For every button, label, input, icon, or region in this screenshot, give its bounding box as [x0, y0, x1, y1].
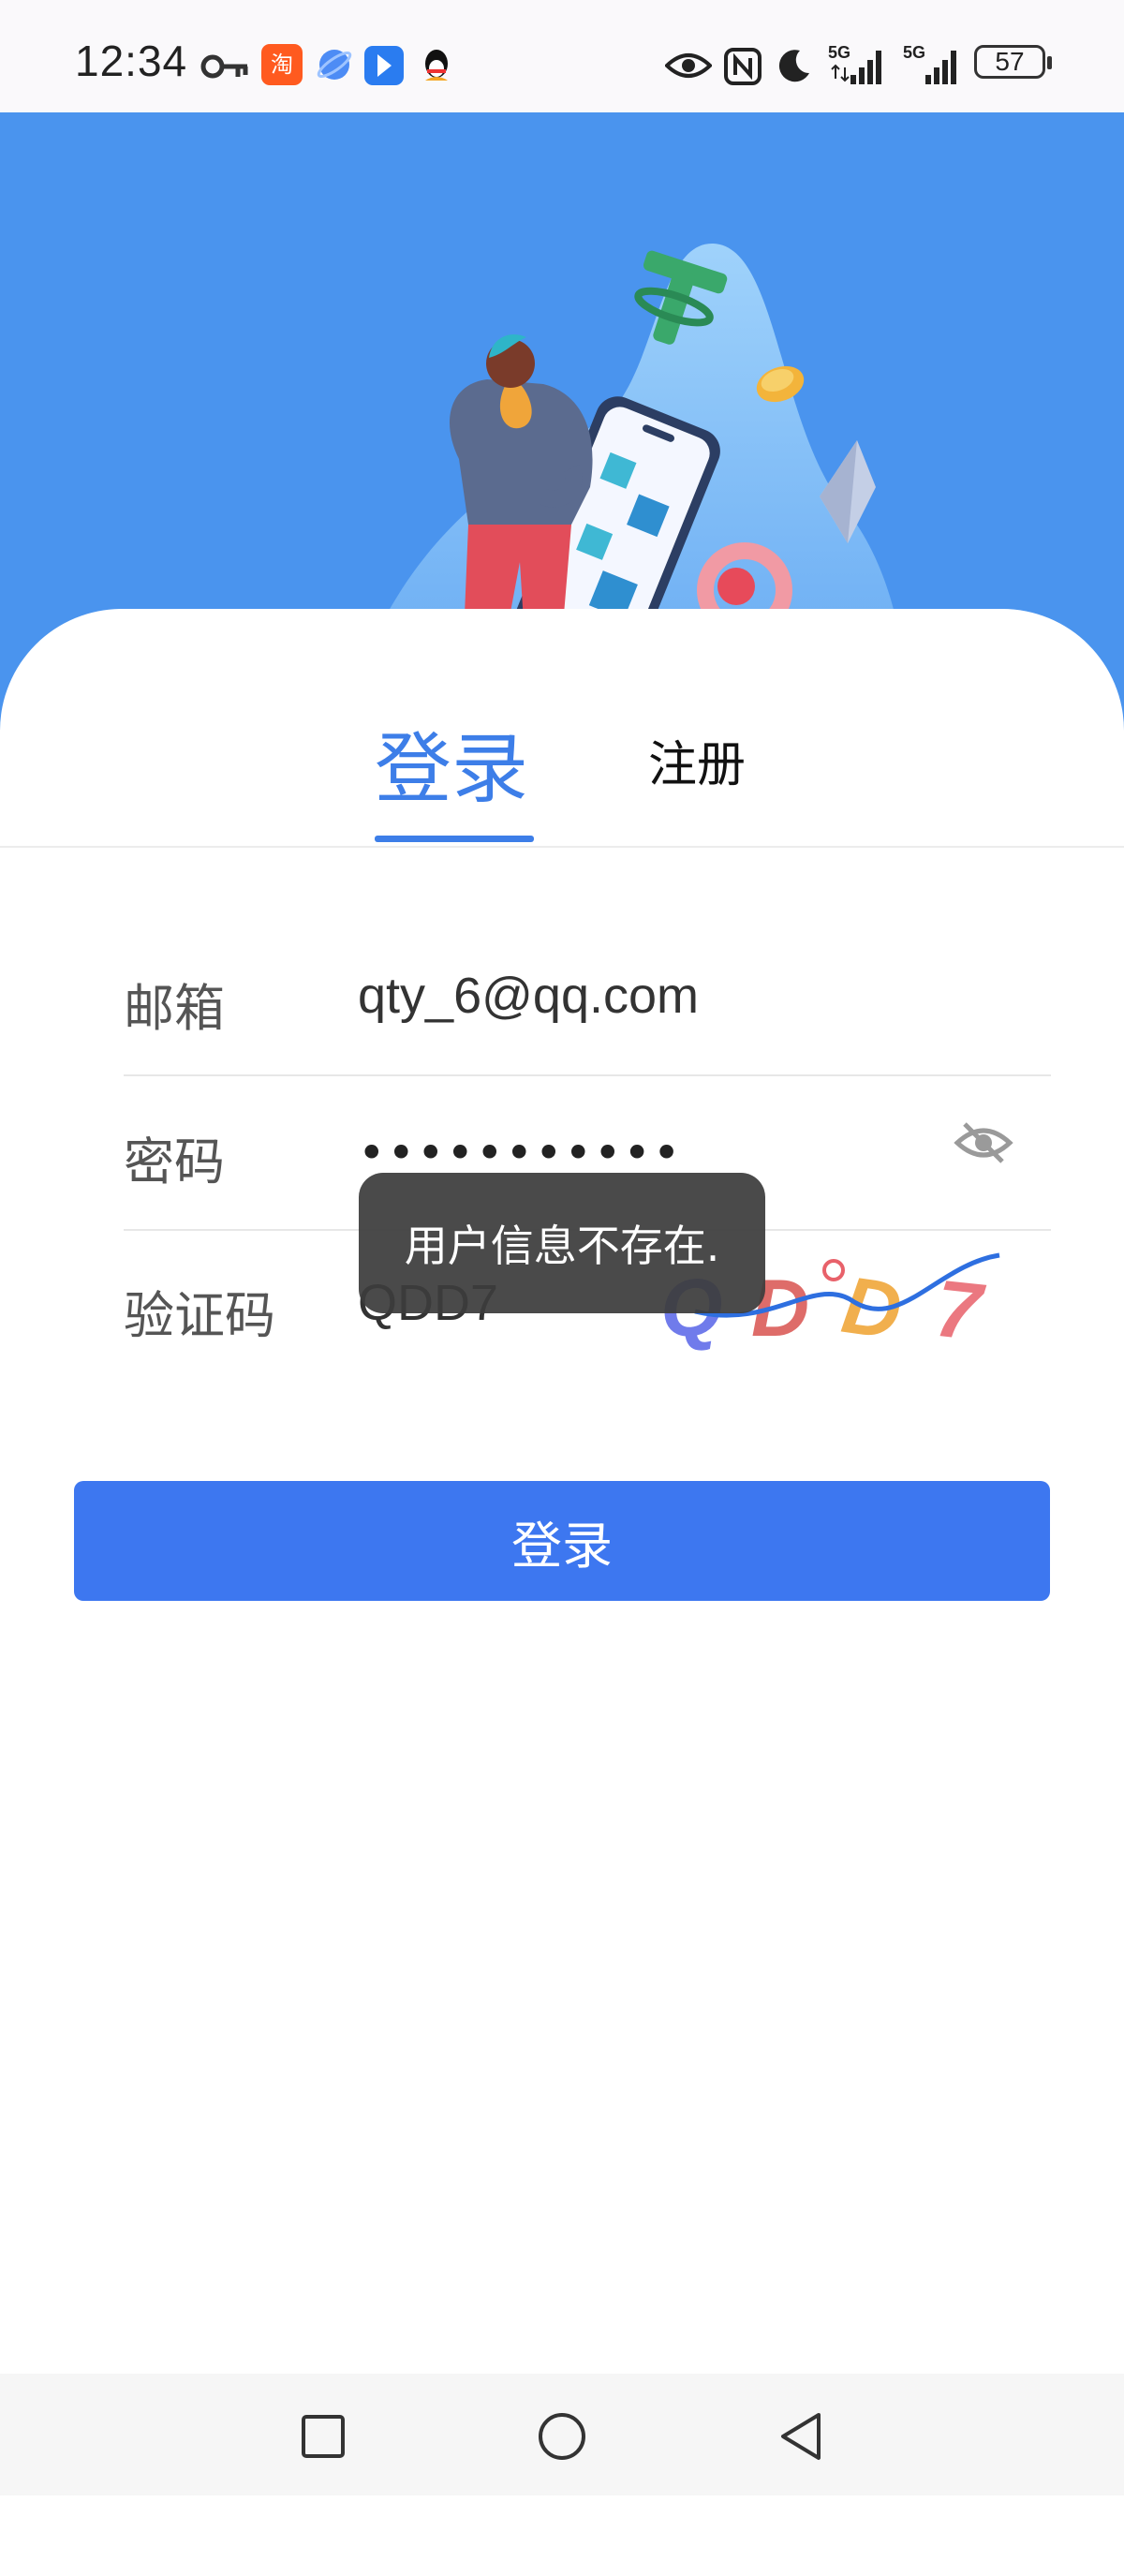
browser-app-icon [317, 50, 352, 80]
battery-indicator: 57 [974, 45, 1052, 79]
back-icon[interactable] [776, 2407, 828, 2464]
status-time: 12:34 [75, 37, 188, 85]
moon-icon [778, 50, 809, 82]
tab-active-indicator [375, 836, 534, 842]
taobao-app-icon: 淘 [261, 44, 303, 85]
home-icon[interactable] [536, 2407, 588, 2464]
toast-message: 用户信息不存在. [359, 1173, 765, 1313]
email-label: 邮箱 [124, 979, 225, 1038]
eye-icon [665, 53, 712, 78]
divider [124, 1074, 1051, 1076]
recent-apps-icon[interactable] [300, 2407, 347, 2464]
eye-off-icon[interactable] [954, 1117, 1013, 1169]
nfc-icon [724, 48, 762, 85]
captcha-label: 验证码 [124, 1286, 275, 1345]
tab-register[interactable]: 注册 [648, 725, 746, 795]
signal-5g-icon [831, 51, 881, 84]
status-bar: 12:34 淘 5G 5G 57 [0, 0, 1124, 112]
password-label: 密码 [124, 1133, 225, 1192]
svg-text:淘: 淘 [271, 52, 293, 78]
tab-login[interactable]: 登录 [375, 706, 528, 818]
tab-divider [0, 846, 1124, 848]
key-icon [200, 54, 248, 79]
captcha-char: 7 [931, 1264, 989, 1358]
signal-5g-icon [925, 51, 956, 84]
blue-arrow-app-icon [364, 46, 404, 85]
email-field[interactable]: qty_6@qq.com [358, 967, 699, 1025]
qq-app-icon [425, 50, 448, 81]
login-button[interactable]: 登录 [74, 1481, 1050, 1601]
